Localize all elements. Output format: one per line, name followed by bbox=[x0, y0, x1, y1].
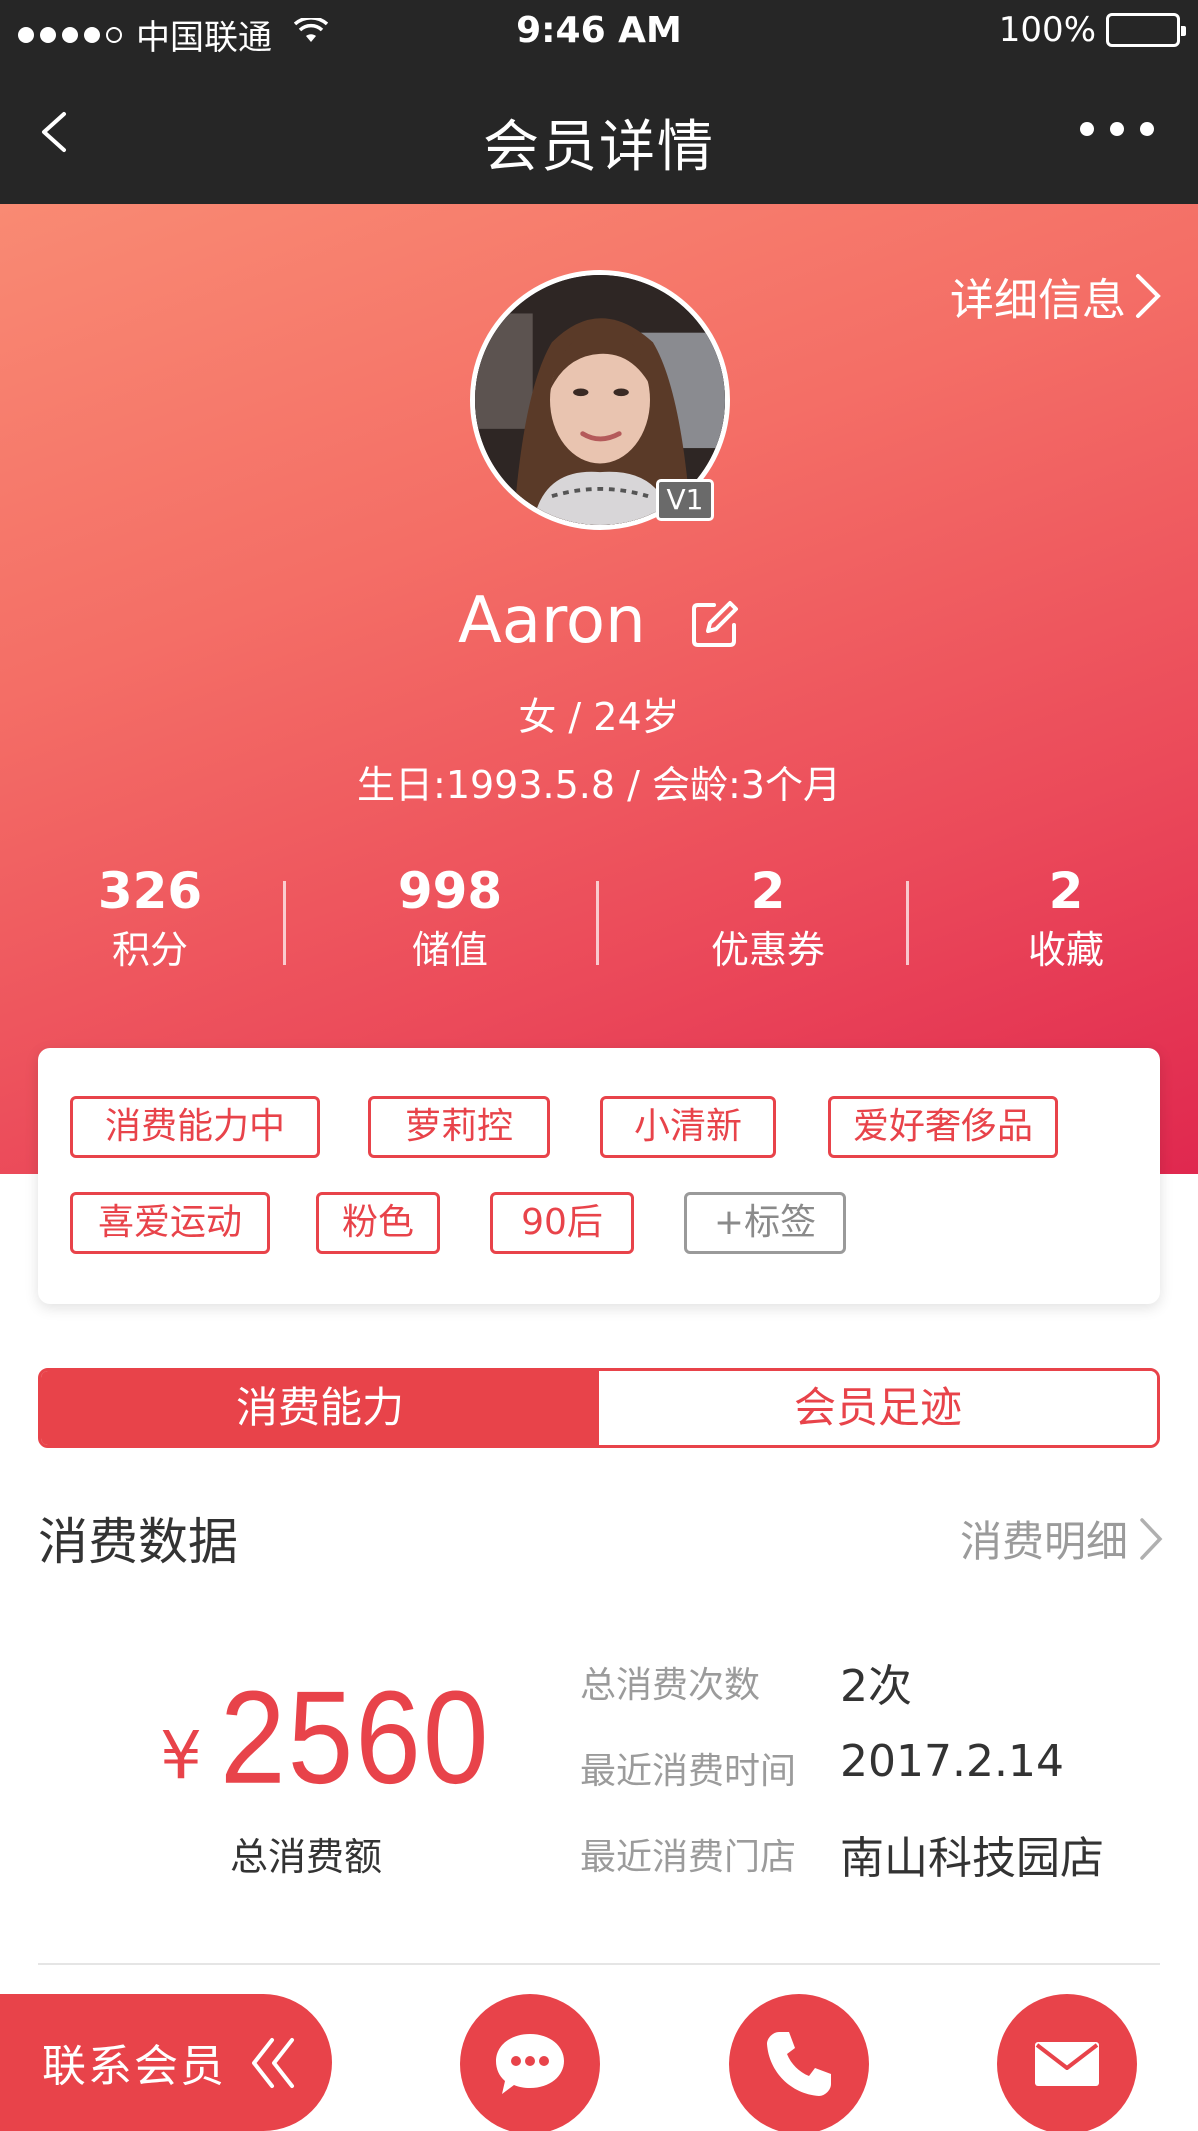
tag[interactable]: 90后 bbox=[490, 1192, 634, 1254]
tag[interactable]: 消费能力中 bbox=[70, 1096, 320, 1158]
member-detail-screen: 中国联通 9:46 AM 100% 会员详情 详细信息 V1 Aaron 女 /… bbox=[0, 0, 1198, 2131]
stat-label: 优惠券 bbox=[710, 928, 825, 972]
stat-points[interactable]: 326 积分 bbox=[50, 859, 250, 977]
detail-info-link[interactable]: 详细信息 bbox=[950, 264, 1162, 328]
stat-value: 998 bbox=[397, 862, 503, 920]
currency-symbol: ¥ bbox=[160, 1717, 202, 1794]
stat-value: 326 bbox=[97, 862, 203, 920]
consumption-detail-label: 消费明细 bbox=[959, 1517, 1128, 1566]
stat-row-value: 南山科技园店 bbox=[840, 1833, 1104, 1884]
call-button[interactable] bbox=[729, 1994, 869, 2131]
battery-percent: 100% bbox=[998, 10, 1096, 50]
status-right: 100% bbox=[998, 10, 1186, 50]
section-title: 消费数据 bbox=[38, 1513, 238, 1571]
chevron-right-icon bbox=[1140, 1517, 1163, 1560]
member-name: Aaron bbox=[458, 584, 646, 658]
stat-divider bbox=[596, 881, 599, 965]
birthday-tenure: 生日:1993.5.8 / 会龄:3个月 bbox=[357, 763, 841, 807]
contact-member-button[interactable]: 联系会员 bbox=[0, 1994, 332, 2131]
stat-row-label: 最近消费门店 bbox=[580, 1837, 797, 1878]
chevron-right-icon bbox=[1136, 274, 1161, 318]
total-amount-value: 2560 bbox=[220, 1664, 491, 1812]
mail-icon bbox=[1035, 2042, 1099, 2086]
stat-row-label: 最近消费时间 bbox=[580, 1751, 797, 1792]
add-tag-button[interactable]: +标签 bbox=[684, 1192, 846, 1254]
stat-balance[interactable]: 998 储值 bbox=[350, 859, 550, 977]
tag[interactable]: 喜爱运动 bbox=[70, 1192, 270, 1254]
stat-label: 储值 bbox=[411, 928, 488, 972]
battery-icon bbox=[1106, 13, 1186, 47]
edit-icon[interactable] bbox=[690, 599, 740, 649]
detail-info-label: 详细信息 bbox=[950, 275, 1126, 326]
stat-row-value: 2017.2.14 bbox=[840, 1736, 1064, 1787]
stat-divider bbox=[283, 881, 286, 965]
tag[interactable]: 萝莉控 bbox=[368, 1096, 550, 1158]
stat-label: 收藏 bbox=[1027, 928, 1104, 972]
tags-card: 消费能力中 萝莉控 小清新 爱好奢侈品 喜爱运动 粉色 90后 +标签 bbox=[38, 1048, 1160, 1304]
chat-icon bbox=[496, 2034, 564, 2094]
profile-header: 详细信息 V1 Aaron 女 / 24岁 生日:1993.5.8 / 会龄:3… bbox=[0, 204, 1198, 1174]
tag[interactable]: 粉色 bbox=[316, 1192, 440, 1254]
gender-age: 女 / 24岁 bbox=[518, 695, 680, 739]
stat-coupons[interactable]: 2 优惠券 bbox=[668, 859, 868, 977]
tag[interactable]: 爱好奢侈品 bbox=[828, 1096, 1058, 1158]
segment-tabs: 消费能力 会员足迹 bbox=[38, 1368, 1160, 1448]
total-amount-label: 总消费额 bbox=[230, 1835, 383, 1879]
total-amount: ¥ 2560 bbox=[160, 1664, 491, 1812]
stat-divider bbox=[906, 881, 909, 965]
more-icon[interactable] bbox=[1080, 122, 1154, 136]
stat-row-label: 总消费次数 bbox=[580, 1665, 761, 1706]
member-stats: 326 积分 998 储值 2 优惠券 2 收藏 bbox=[0, 859, 1198, 999]
stat-value: 2 bbox=[1048, 862, 1084, 920]
stat-row-value: 2次 bbox=[840, 1661, 912, 1712]
double-chevron-left-icon bbox=[252, 2038, 294, 2088]
consumption-detail-link[interactable]: 消费明细 bbox=[960, 1508, 1164, 1569]
member-level-badge: V1 bbox=[656, 479, 714, 521]
stat-value: 2 bbox=[750, 862, 786, 920]
contact-member-label: 联系会员 bbox=[42, 2041, 226, 2092]
phone-icon bbox=[767, 2032, 831, 2096]
status-bar: 中国联通 9:46 AM 100% bbox=[0, 0, 1198, 64]
nav-bar: 会员详情 bbox=[0, 64, 1198, 204]
member-name-row: Aaron bbox=[0, 584, 1198, 658]
tab-consumption[interactable]: 消费能力 bbox=[41, 1371, 599, 1445]
stat-favorites[interactable]: 2 收藏 bbox=[966, 859, 1166, 977]
tab-footprint[interactable]: 会员足迹 bbox=[599, 1371, 1157, 1445]
section-divider bbox=[38, 1963, 1160, 1965]
chat-button[interactable] bbox=[460, 1994, 600, 2131]
page-title: 会员详情 bbox=[483, 115, 715, 180]
stat-label: 积分 bbox=[111, 928, 188, 972]
mail-button[interactable] bbox=[997, 1994, 1137, 2131]
tag[interactable]: 小清新 bbox=[600, 1096, 776, 1158]
